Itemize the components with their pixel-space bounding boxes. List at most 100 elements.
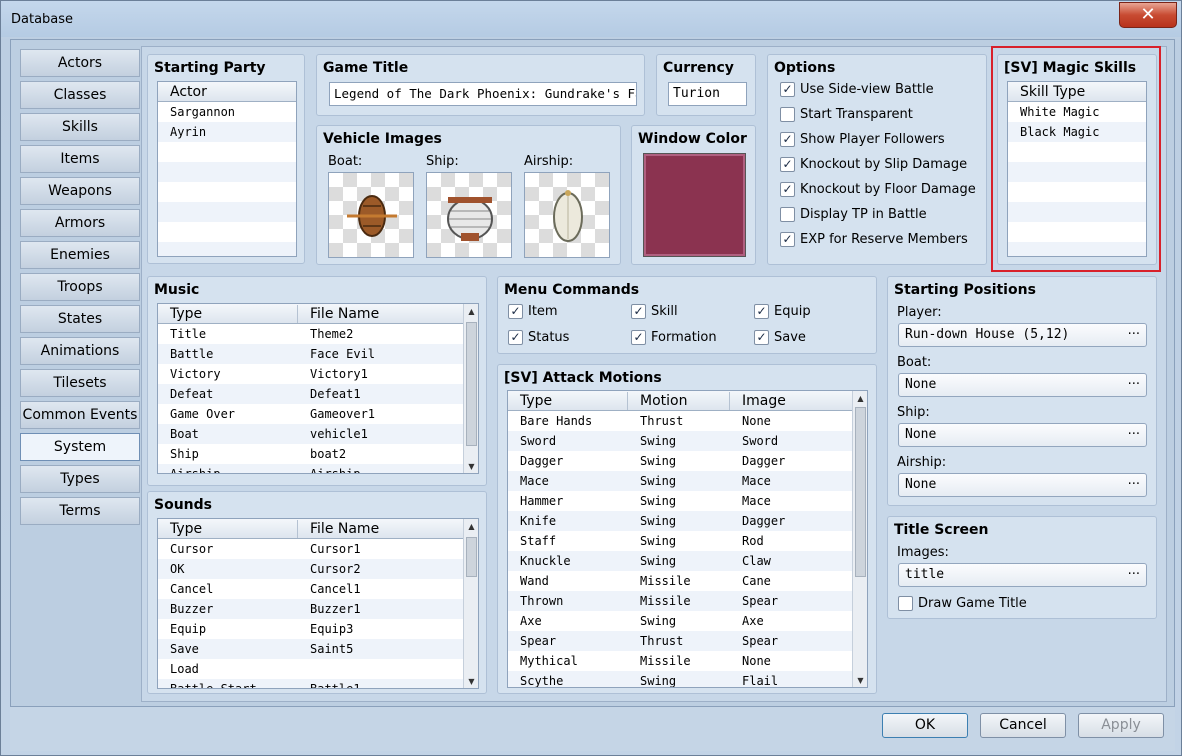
list-row[interactable]: Defeat Defeat1 <box>158 384 464 404</box>
sidebar-item-terms[interactable]: Terms <box>20 497 140 525</box>
close-button[interactable]: ✕ <box>1119 2 1177 28</box>
scroll-down-icon[interactable]: ▼ <box>466 676 477 688</box>
ok-button[interactable]: OK <box>882 713 968 738</box>
sidebar-item-types[interactable]: Types <box>20 465 140 493</box>
list-cell: Swing <box>640 514 677 528</box>
menu-command-formation[interactable]: ✓ Formation <box>629 329 717 347</box>
list-row[interactable]: Bare Hands Thrust None <box>508 411 853 431</box>
option-use-side-view-battle[interactable]: ✓ Use Side-view Battle <box>778 81 934 99</box>
list-row[interactable]: Mace Swing Mace <box>508 471 853 491</box>
scroll-up-icon[interactable]: ▲ <box>466 306 477 318</box>
option-display-tp-in-battle[interactable]: Display TP in Battle <box>778 206 927 224</box>
sidebar-item-system[interactable]: System <box>20 433 140 461</box>
list-row[interactable]: Spear Thrust Spear <box>508 631 853 651</box>
airship-position-select[interactable]: None ··· <box>898 473 1147 497</box>
scroll-down-icon[interactable]: ▼ <box>466 461 477 473</box>
menu-command-skill[interactable]: ✓ Skill <box>629 303 678 321</box>
menu-command-item[interactable]: ✓ Item <box>506 303 558 321</box>
list-row[interactable] <box>158 202 296 222</box>
boat-image[interactable] <box>328 172 414 258</box>
list-row[interactable]: Knife Swing Dagger <box>508 511 853 531</box>
sidebar-item-weapons[interactable]: Weapons <box>20 177 140 205</box>
list-row[interactable]: Wand Missile Cane <box>508 571 853 591</box>
list-row[interactable] <box>158 182 296 202</box>
list-row[interactable]: OK Cursor2 <box>158 559 464 579</box>
list-row[interactable]: Sword Swing Sword <box>508 431 853 451</box>
list-row[interactable]: Knuckle Swing Claw <box>508 551 853 571</box>
apply-button[interactable]: Apply <box>1078 713 1164 738</box>
ship-image[interactable] <box>426 172 512 258</box>
sidebar-item-items[interactable]: Items <box>20 145 140 173</box>
starting-party-list[interactable]: Actor Sargannon Ayrin <box>157 81 297 257</box>
menu-command-save[interactable]: ✓ Save <box>752 329 806 347</box>
list-row[interactable]: Load <box>158 659 464 679</box>
list-row[interactable]: Sargannon <box>158 102 296 122</box>
list-row[interactable]: Airship Airship <box>158 464 464 473</box>
list-row[interactable] <box>158 222 296 242</box>
currency-input[interactable]: Turion <box>668 82 747 106</box>
scroll-up-icon[interactable]: ▲ <box>855 393 866 405</box>
list-row[interactable]: Battle Start Battle1 <box>158 679 464 688</box>
list-row[interactable]: Battle Face Evil <box>158 344 464 364</box>
menu-command-equip[interactable]: ✓ Equip <box>752 303 811 321</box>
scroll-down-icon[interactable]: ▼ <box>855 675 866 687</box>
option-start-transparent[interactable]: Start Transparent <box>778 106 913 124</box>
cancel-button[interactable]: Cancel <box>980 713 1066 738</box>
list-row[interactable]: Game Over Gameover1 <box>158 404 464 424</box>
music-scrollbar[interactable]: ▲ ▼ <box>463 304 478 473</box>
list-row[interactable]: Cursor Cursor1 <box>158 539 464 559</box>
game-title-input[interactable]: Legend of The Dark Phoenix: Gundrake's F… <box>329 82 637 106</box>
list-row[interactable]: Buzzer Buzzer1 <box>158 599 464 619</box>
airship-image[interactable] <box>524 172 610 258</box>
list-row[interactable]: Cancel Cancel1 <box>158 579 464 599</box>
list-row[interactable]: Save Saint5 <box>158 639 464 659</box>
sidebar-item-enemies[interactable]: Enemies <box>20 241 140 269</box>
sounds-list[interactable]: Type File Name Cursor Cursor1 OK Cursor2 Can… <box>157 518 479 689</box>
scroll-up-icon[interactable]: ▲ <box>466 521 477 533</box>
list-row[interactable]: Boat vehicle1 <box>158 424 464 444</box>
option-exp-for-reserve-members[interactable]: ✓ EXP for Reserve Members <box>778 231 968 249</box>
scroll-thumb[interactable] <box>466 537 477 577</box>
player-position-select[interactable]: Run-down House (5,12) ··· <box>898 323 1147 347</box>
ship-position-select[interactable]: None ··· <box>898 423 1147 447</box>
list-row[interactable]: Scythe Swing Flail <box>508 671 853 687</box>
list-row[interactable]: Equip Equip3 <box>158 619 464 639</box>
list-row[interactable]: Staff Swing Rod <box>508 531 853 551</box>
sidebar-item-tilesets[interactable]: Tilesets <box>20 369 140 397</box>
list-row[interactable]: Victory Victory1 <box>158 364 464 384</box>
attack-motions-list[interactable]: Type Motion Image Bare Hands Thrust None Sw… <box>507 390 868 688</box>
list-row[interactable]: Mythical Missile None <box>508 651 853 671</box>
list-row[interactable]: Thrown Missile Spear <box>508 591 853 611</box>
title-image-select[interactable]: title ··· <box>898 563 1147 587</box>
scroll-thumb[interactable] <box>466 322 477 446</box>
sidebar-item-actors[interactable]: Actors <box>20 49 140 77</box>
attack-motions-scrollbar[interactable]: ▲ ▼ <box>852 391 867 687</box>
sidebar-item-troops[interactable]: Troops <box>20 273 140 301</box>
list-row[interactable]: Hammer Swing Mace <box>508 491 853 511</box>
list-row[interactable]: Title Theme2 <box>158 324 464 344</box>
scroll-thumb[interactable] <box>855 407 866 577</box>
sidebar-item-common-events[interactable]: Common Events <box>20 401 140 429</box>
list-row[interactable]: Axe Swing Axe <box>508 611 853 631</box>
list-row[interactable]: Ship boat2 <box>158 444 464 464</box>
option-knockout-by-floor-damage[interactable]: ✓ Knockout by Floor Damage <box>778 181 976 199</box>
sidebar-item-animations[interactable]: Animations <box>20 337 140 365</box>
list-row[interactable]: Ayrin <box>158 122 296 142</box>
sidebar-item-skills[interactable]: Skills <box>20 113 140 141</box>
sidebar-item-armors[interactable]: Armors <box>20 209 140 237</box>
sounds-scrollbar[interactable]: ▲ ▼ <box>463 519 478 688</box>
music-list[interactable]: Type File Name Title Theme2 Battle Face Evi… <box>157 303 479 474</box>
list-row[interactable] <box>158 162 296 182</box>
player-label: Player: <box>897 305 942 320</box>
sidebar-item-states[interactable]: States <box>20 305 140 333</box>
list-row[interactable]: Dagger Swing Dagger <box>508 451 853 471</box>
option-show-player-followers[interactable]: ✓ Show Player Followers <box>778 131 945 149</box>
boat-position-select[interactable]: None ··· <box>898 373 1147 397</box>
sidebar-item-classes[interactable]: Classes <box>20 81 140 109</box>
list-row[interactable] <box>158 142 296 162</box>
option-knockout-by-slip-damage[interactable]: ✓ Knockout by Slip Damage <box>778 156 967 174</box>
window-color-swatch[interactable] <box>643 153 746 257</box>
menu-command-status[interactable]: ✓ Status <box>506 329 569 347</box>
list-row[interactable] <box>158 242 296 256</box>
draw-game-title-checkbox[interactable]: Draw Game Title <box>896 595 1027 613</box>
